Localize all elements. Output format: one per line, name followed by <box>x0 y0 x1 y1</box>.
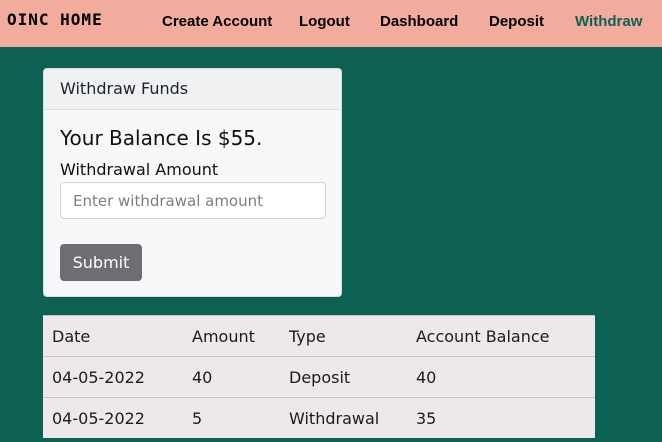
brand-logo-link[interactable]: OINC HOME <box>7 10 103 29</box>
top-navbar: OINC HOME Create Account Logout Dashboar… <box>0 0 662 47</box>
cell-account-balance: 35 <box>407 397 595 438</box>
withdraw-card: Withdraw Funds Your Balance Is $55. With… <box>43 68 342 297</box>
cell-account-balance: 40 <box>407 356 595 398</box>
nav-link-deposit[interactable]: Deposit <box>489 13 544 30</box>
cell-date: 04-05-2022 <box>43 356 183 398</box>
table-row: 04-05-2022 40 Deposit 40 <box>43 356 595 398</box>
nav-link-dashboard[interactable]: Dashboard <box>380 13 458 30</box>
table-row: 04-05-2022 5 Withdrawal 35 <box>43 397 595 438</box>
card-title: Withdraw Funds <box>60 79 189 98</box>
cell-type: Deposit <box>280 356 407 398</box>
column-header-account-balance: Account Balance <box>407 315 595 357</box>
cell-date: 04-05-2022 <box>43 397 183 438</box>
submit-button[interactable]: Submit <box>60 244 142 281</box>
withdraw-card-header: Withdraw Funds <box>44 69 341 110</box>
cell-amount: 40 <box>183 356 280 398</box>
table-header-row: Date Amount Type Account Balance <box>43 315 595 357</box>
column-header-amount: Amount <box>183 315 280 357</box>
column-header-type: Type <box>280 315 407 357</box>
nav-link-logout[interactable]: Logout <box>299 13 350 30</box>
balance-text: Your Balance Is $55. <box>60 126 263 150</box>
cell-amount: 5 <box>183 397 280 438</box>
column-header-date: Date <box>43 315 183 357</box>
nav-link-create-account[interactable]: Create Account <box>162 13 272 30</box>
withdrawal-amount-label: Withdrawal Amount <box>60 160 219 179</box>
cell-type: Withdrawal <box>280 397 407 438</box>
withdrawal-amount-input[interactable] <box>60 182 326 219</box>
transaction-history-table: Date Amount Type Account Balance 04-05-2… <box>43 315 595 438</box>
nav-link-withdraw[interactable]: Withdraw <box>575 13 642 30</box>
